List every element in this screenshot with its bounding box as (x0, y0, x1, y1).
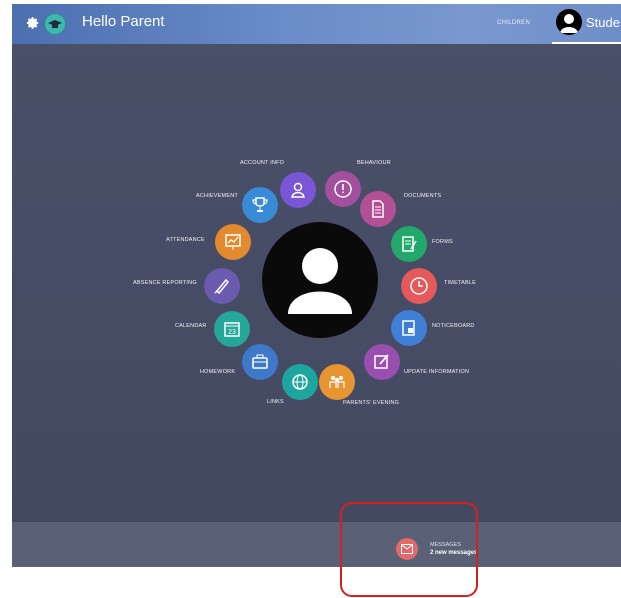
user-icon (291, 182, 305, 198)
gear-icon[interactable] (26, 16, 40, 30)
menu-achievement-button[interactable] (242, 187, 278, 223)
highlight-annotation (340, 502, 478, 597)
menu-timetable-button[interactable] (401, 268, 437, 304)
app-window: Hello Parent CHILDREN Stude ACCOUNT INFO… (12, 4, 621, 567)
calendar-icon: 23 (224, 322, 240, 337)
menu-absence-reporting-button[interactable] (204, 268, 240, 304)
rocket-icon (214, 278, 230, 295)
globe-icon (292, 374, 308, 390)
menu-links-label[interactable]: LINKS (267, 399, 284, 405)
menu-homework-label[interactable]: HOMEWORK (200, 369, 235, 375)
menu-calendar-button[interactable]: 23 (214, 311, 250, 347)
menu-parents-evening-button[interactable] (319, 364, 355, 400)
menu-forms-button[interactable] (391, 226, 427, 262)
menu-update-information-button[interactable] (364, 344, 400, 380)
menu-forms-label[interactable]: FORMS (432, 239, 453, 245)
menu-timetable-label[interactable]: TIMETABLE (444, 280, 476, 286)
menu-parents-evening-label[interactable]: PARENTS' EVENING (343, 400, 399, 406)
children-link[interactable]: CHILDREN (497, 20, 530, 26)
menu-account-info-label[interactable]: ACCOUNT INFO (240, 160, 284, 166)
top-bar: Hello Parent CHILDREN Stude (12, 4, 621, 44)
avatar (262, 222, 378, 338)
chart-icon (225, 234, 241, 250)
people-icon (329, 376, 345, 388)
calendar-day-text: 23 (228, 329, 236, 336)
menu-noticeboard-button[interactable] (391, 310, 427, 346)
form-icon (402, 236, 417, 252)
edit-icon (374, 354, 389, 369)
menu-attendance-button[interactable] (215, 224, 251, 260)
briefcase-icon (252, 354, 268, 369)
menu-behaviour-label[interactable]: BEHAVIOUR (357, 160, 391, 166)
menu-update-information-label[interactable]: UPDATE INFORMATION (404, 369, 469, 375)
menu-links-button[interactable] (282, 364, 318, 400)
menu-noticeboard-label[interactable]: NOTICEBOARD (432, 323, 475, 329)
clock-icon (410, 277, 428, 295)
avatar (556, 9, 582, 35)
menu-account-info-button[interactable] (280, 172, 316, 208)
menu-attendance-label[interactable]: ATTENDANCE (166, 237, 205, 243)
menu-homework-button[interactable] (242, 344, 278, 380)
menu-documents-button[interactable] (360, 191, 396, 227)
school-logo (44, 13, 66, 35)
menu-achievement-label[interactable]: ACHIEVEMENT (196, 193, 238, 199)
footer-bar (12, 522, 621, 567)
document-icon (372, 200, 384, 218)
alert-icon (334, 180, 352, 198)
menu-absence-reporting-label[interactable]: ABSENCE REPORTING (133, 280, 197, 286)
noticeboard-icon (402, 320, 415, 336)
menu-documents-label[interactable]: DOCUMENTS (404, 193, 441, 199)
menu-behaviour-button[interactable] (325, 171, 361, 207)
page-title: Hello Parent (82, 13, 165, 30)
menu-calendar-label[interactable]: CALENDAR (175, 323, 207, 329)
student-name: Stude (586, 15, 620, 30)
student-tab[interactable]: Stude (552, 4, 621, 44)
trophy-icon (252, 197, 268, 212)
